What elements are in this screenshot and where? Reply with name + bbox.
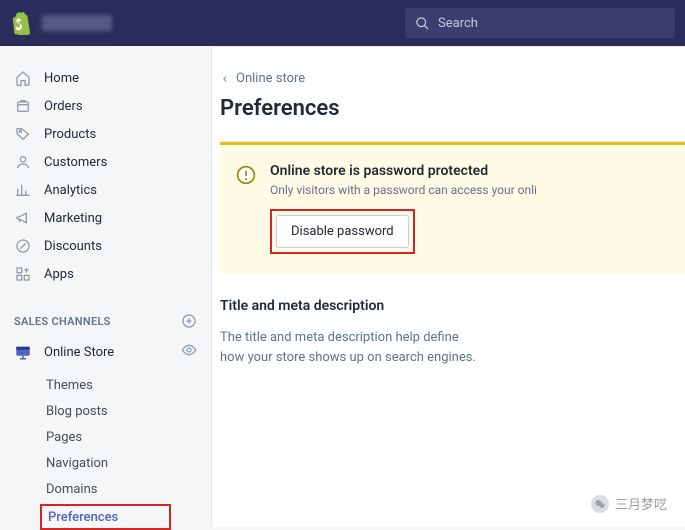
section-head: SALES CHANNELS	[0, 310, 211, 332]
watermark-text: 三月梦呓	[615, 494, 667, 513]
notice-subtitle: Only visitors with a password can access…	[270, 183, 669, 197]
nav-apps[interactable]: Apps	[0, 260, 211, 288]
nav-label: Home	[44, 71, 79, 86]
megaphone-icon	[14, 209, 32, 227]
main-content: Online store Preferences Online store is…	[212, 46, 685, 527]
add-channel-button[interactable]	[181, 313, 197, 329]
disable-password-button[interactable]: Disable password	[276, 215, 409, 248]
sub-themes[interactable]: Themes	[0, 372, 211, 398]
sub-navigation[interactable]: Navigation	[0, 450, 211, 476]
discount-icon	[14, 237, 32, 255]
nav-products[interactable]: Products	[0, 120, 211, 148]
notice-body: Online store is password protected Only …	[270, 163, 669, 254]
wechat-icon	[591, 495, 609, 513]
section-title: Title and meta description	[220, 298, 685, 314]
search-input[interactable]: Search	[405, 8, 675, 38]
nav-marketing[interactable]: Marketing	[0, 204, 211, 232]
nav-orders[interactable]: Orders	[0, 92, 211, 120]
nav-label: Marketing	[44, 211, 102, 226]
chevron-left-icon	[220, 74, 230, 84]
password-notice: Online store is password protected Only …	[220, 142, 685, 274]
home-icon	[14, 69, 32, 87]
nav-online-store[interactable]: Online Store	[0, 338, 211, 366]
sub-domains[interactable]: Domains	[0, 476, 211, 502]
sidebar: Home Orders Products Customers Analytics…	[0, 46, 212, 527]
title-meta-section: Title and meta description The title and…	[220, 274, 685, 367]
store-name	[42, 15, 112, 31]
logo-area	[10, 11, 112, 35]
nav-discounts[interactable]: Discounts	[0, 232, 211, 260]
nav-analytics[interactable]: Analytics	[0, 176, 211, 204]
nav-label: Apps	[44, 267, 74, 282]
sub-preferences[interactable]: Preferences	[48, 506, 169, 528]
search-placeholder: Search	[438, 16, 478, 31]
sales-channels-section: SALES CHANNELS Online Store Themes Blog …	[0, 310, 211, 530]
notice-title: Online store is password protected	[270, 163, 669, 179]
nav-label: Products	[44, 127, 96, 142]
online-store-icon	[14, 343, 32, 361]
layout: Home Orders Products Customers Analytics…	[0, 46, 685, 527]
highlight-box-disable: Disable password	[270, 209, 415, 254]
view-store-button[interactable]	[181, 342, 197, 362]
section-title: SALES CHANNELS	[14, 315, 111, 328]
apps-icon	[14, 265, 32, 283]
customers-icon	[14, 153, 32, 171]
nav-label: Analytics	[44, 183, 97, 198]
search-icon	[415, 16, 430, 31]
tag-icon	[14, 125, 32, 143]
breadcrumb[interactable]: Online store	[220, 71, 685, 86]
highlight-box-preferences: Preferences	[40, 504, 171, 530]
orders-icon	[14, 97, 32, 115]
nav-label: Online Store	[44, 345, 114, 360]
alert-icon	[236, 165, 256, 185]
watermark: 三月梦呓	[591, 494, 667, 513]
nav-label: Discounts	[44, 239, 102, 254]
shopify-logo-icon	[10, 11, 32, 35]
section-description: The title and meta description help defi…	[220, 328, 480, 367]
nav-customers[interactable]: Customers	[0, 148, 211, 176]
nav-label: Customers	[44, 155, 107, 170]
search-wrap: Search	[405, 8, 675, 38]
nav-label: Orders	[44, 99, 83, 114]
app-header: Search	[0, 0, 685, 46]
analytics-icon	[14, 181, 32, 199]
sub-blog-posts[interactable]: Blog posts	[0, 398, 211, 424]
page-title: Preferences	[220, 96, 685, 121]
nav-home[interactable]: Home	[0, 64, 211, 92]
sub-pages[interactable]: Pages	[0, 424, 211, 450]
sub-list: Themes Blog posts Pages Navigation Domai…	[0, 372, 211, 530]
crumb-label: Online store	[236, 71, 305, 86]
